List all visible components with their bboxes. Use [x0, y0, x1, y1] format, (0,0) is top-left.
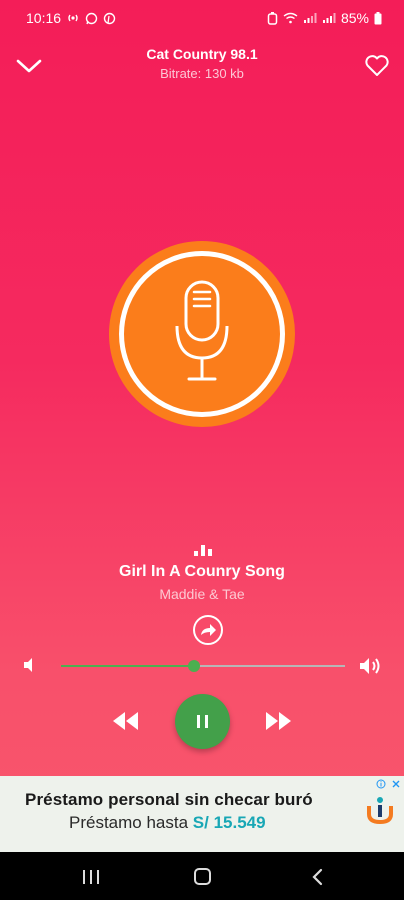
ad-subtext-label: Préstamo hasta — [69, 813, 189, 832]
pinterest-icon — [103, 12, 116, 24]
ad-headline[interactable]: Préstamo personal sin checar buró — [25, 790, 313, 810]
share-arrow-icon — [201, 624, 216, 636]
status-bar: 10:16 85% — [0, 0, 404, 36]
song-artist: Maddie & Tae — [159, 586, 245, 602]
ad-subtext[interactable]: Préstamo hasta S/ 15.549 — [69, 813, 266, 833]
ad-brand-logo[interactable] — [362, 792, 398, 828]
signal-icon — [322, 13, 336, 23]
home-button[interactable] — [194, 868, 211, 885]
bitrate-label: Bitrate: 130 kb — [160, 66, 244, 81]
heart-icon — [365, 55, 389, 76]
microphone-icon — [175, 280, 229, 381]
volume-slider-fill — [61, 665, 195, 667]
pause-icon-bar — [205, 715, 208, 728]
status-right: 85% — [267, 10, 382, 26]
favorite-button[interactable] — [362, 50, 392, 80]
signal-icon — [303, 13, 317, 23]
wifi-icon — [283, 12, 298, 24]
volume-slider-thumb[interactable] — [188, 660, 201, 672]
whatsapp-icon — [85, 12, 98, 24]
volume-slider[interactable] — [61, 660, 345, 672]
recent-apps-button[interactable] — [82, 869, 100, 885]
ad-close-icon[interactable] — [391, 779, 401, 789]
alarm-icon — [267, 11, 278, 25]
broadcast-icon — [68, 14, 78, 22]
ad-banner[interactable]: Préstamo personal sin checar buró Présta… — [0, 776, 404, 852]
station-artwork — [109, 241, 295, 427]
song-title: Girl In A Counry Song — [119, 563, 285, 580]
ad-info-icon[interactable] — [376, 779, 386, 789]
volume-high-icon[interactable] — [358, 655, 386, 677]
share-button[interactable] — [192, 614, 224, 646]
pause-icon — [197, 715, 200, 728]
rewind-button[interactable] — [110, 708, 140, 734]
battery-icon — [374, 11, 382, 24]
station-name: Cat Country 98.1 — [146, 46, 258, 62]
volume-low-icon[interactable] — [20, 655, 40, 675]
battery-percent: 85% — [340, 10, 369, 26]
equalizer-icon — [194, 545, 212, 556]
artwork-ring — [119, 251, 285, 417]
status-time: 10:16 — [26, 10, 62, 26]
back-button[interactable] — [310, 868, 324, 886]
fast-forward-button[interactable] — [264, 708, 294, 734]
system-nav-bar — [0, 852, 404, 900]
chevron-left-icon — [312, 868, 323, 886]
status-left: 10:16 — [26, 10, 116, 26]
pause-button[interactable] — [175, 694, 230, 749]
ad-amount: S/ 15.549 — [192, 813, 266, 832]
player-header: Cat Country 98.1 Bitrate: 130 kb — [0, 44, 404, 88]
